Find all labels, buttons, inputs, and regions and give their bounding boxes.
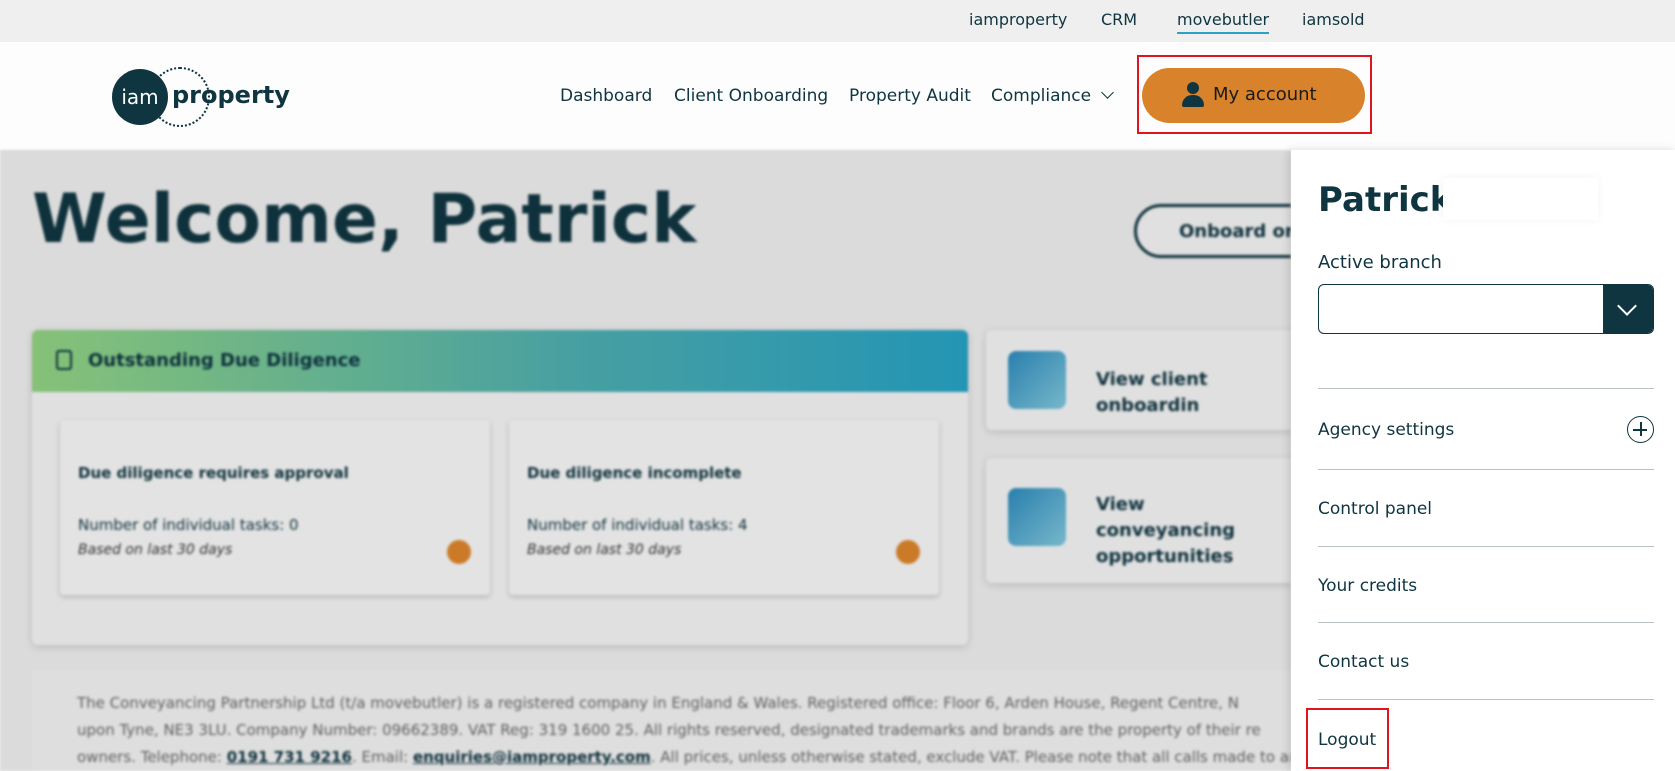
nav-property-audit[interactable]: Property Audit [849,86,971,106]
brand-bar: iamproperty CRM movebutler iamsold [0,0,1675,42]
logout-highlight-box [1306,708,1389,769]
site-header: iam property Dashboard Client Onboarding… [0,42,1675,150]
your-credits-item[interactable]: Your credits [1318,576,1417,596]
iamproperty-logo[interactable]: iam property [112,67,290,127]
overlay-dim [0,150,1291,771]
control-panel-item[interactable]: Control panel [1318,499,1432,519]
divider [1318,699,1654,700]
my-account-label: My account [1213,84,1317,105]
chevron-down-icon [1101,86,1114,99]
chevron-down-icon [1617,296,1637,316]
dashboard-main: Welcome, Patrick Onboard or Outstanding … [0,150,1291,771]
logo-mark: iam [112,69,168,125]
brand-link-movebutler[interactable]: movebutler [1177,10,1270,34]
divider [1318,469,1654,470]
branch-dropdown-toggle[interactable] [1603,285,1653,333]
divider [1318,546,1654,547]
brand-link-iamproperty[interactable]: iamproperty [969,10,1067,29]
contact-us-item[interactable]: Contact us [1318,652,1409,672]
active-branch-select[interactable] [1318,284,1654,334]
active-branch-label: Active branch [1318,252,1442,273]
nav-compliance-label: Compliance [991,86,1092,106]
nav-client-onboarding[interactable]: Client Onboarding [674,86,828,106]
person-icon [1182,82,1204,108]
my-account-button[interactable]: My account [1142,68,1365,123]
plus-circle-icon[interactable] [1627,416,1654,443]
user-name: Patrick [1318,180,1453,220]
divider [1318,622,1654,623]
nav-dashboard[interactable]: Dashboard [560,86,652,106]
logo-word: property [172,81,290,109]
redacted-surname [1443,178,1598,220]
nav-compliance[interactable]: Compliance [991,86,1114,106]
divider [1318,388,1654,389]
account-panel: Patrick Active branch Agency settings Co… [1291,150,1675,771]
brand-link-iamsold[interactable]: iamsold [1302,10,1365,29]
agency-settings-item[interactable]: Agency settings [1318,420,1454,440]
brand-link-crm[interactable]: CRM [1101,10,1137,29]
